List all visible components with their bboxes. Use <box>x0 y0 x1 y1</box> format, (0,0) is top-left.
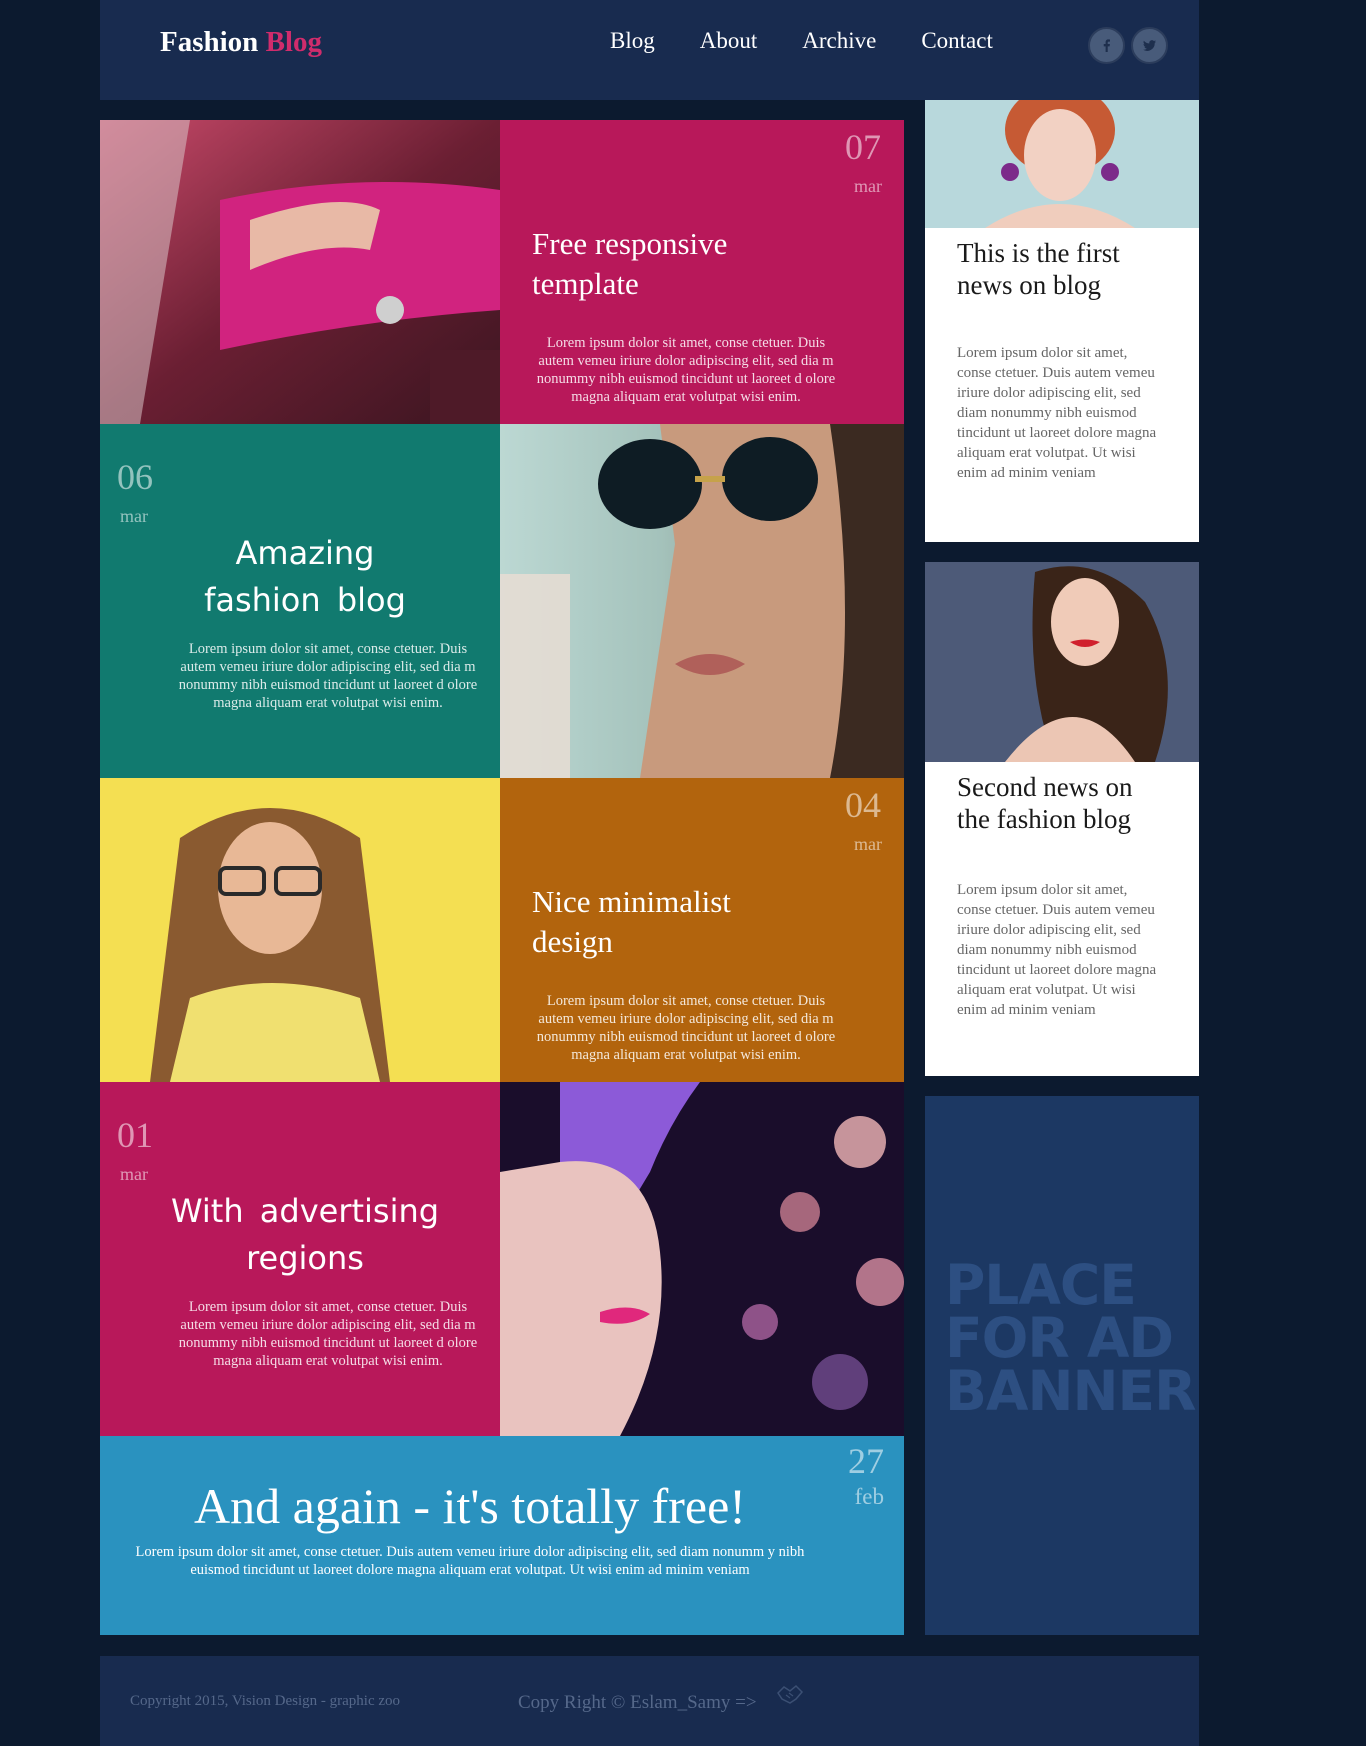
main-nav: Blog About Archive Contact <box>610 28 993 54</box>
post-4-day: 01 <box>117 1115 153 1155</box>
post-2-body: Lorem ipsum dolor sit amet, conse ctetue… <box>178 641 478 711</box>
post-5-panel: 27 feb And again - it's totally free! Lo… <box>100 1436 904 1635</box>
post-4-title[interactable]: With advertising regions <box>170 1188 440 1282</box>
post-3-panel: 04 mar Nice minimalist design Lorem ipsu… <box>500 778 904 1082</box>
post-3-title[interactable]: Nice minimalist design <box>532 882 792 962</box>
facebook-button[interactable] <box>1088 27 1125 64</box>
news-1-card: This is the first news on blog Lorem ips… <box>925 228 1199 542</box>
twitter-icon <box>1143 40 1156 51</box>
news-1-body: Lorem ipsum dolor sit amet, conse ctetue… <box>957 345 1157 481</box>
post-5-day: 27 <box>848 1441 884 1481</box>
twitter-button[interactable] <box>1131 27 1168 64</box>
post-5-body: Lorem ipsum dolor sit amet, conse ctetue… <box>135 1544 805 1578</box>
logo-accent[interactable]: Blog <box>266 26 322 58</box>
post-3-month: mar <box>854 834 882 854</box>
handshake-icon <box>777 1684 804 1704</box>
post-1-body: Lorem ipsum dolor sit amet, conse ctetue… <box>536 335 836 405</box>
post-3-day: 04 <box>845 785 881 825</box>
post-3-body: Lorem ipsum dolor sit amet, conse ctetue… <box>536 993 836 1063</box>
footer-credit: Copy Right © Eslam_Samy => <box>518 1692 757 1713</box>
footer-copyright: Copyright 2015, Vision Design - graphic … <box>130 1693 401 1709</box>
site-header: Fashion Blog Blog About Archive Contact <box>100 0 1199 100</box>
post-4-body: Lorem ipsum dolor sit amet, conse ctetue… <box>178 1299 478 1369</box>
news-1-title[interactable]: This is the first news on blog <box>957 237 1137 301</box>
post-3-image[interactable] <box>100 778 500 1082</box>
post-5-bg <box>100 1436 904 1635</box>
news-1-image[interactable] <box>925 100 1199 228</box>
ad-banner-text: PLACE FOR AD BANNER <box>945 1253 1196 1423</box>
post-5-month: feb <box>854 1484 884 1509</box>
post-1-month: mar <box>854 176 882 196</box>
nav-about[interactable]: About <box>700 28 758 54</box>
site-logo[interactable]: Fashion Blog <box>160 26 322 59</box>
post-4-image[interactable] <box>500 1082 904 1436</box>
facebook-icon <box>1103 39 1110 52</box>
news-2-title[interactable]: Second news on the fashion blog <box>957 771 1137 835</box>
post-1-title[interactable]: Free responsive template <box>532 224 792 304</box>
post-1-panel: 07 mar Free responsive template Lorem ip… <box>500 120 904 424</box>
site-footer: Copyright 2015, Vision Design - graphic … <box>100 1656 1199 1746</box>
post-1-image[interactable] <box>100 120 500 424</box>
nav-contact[interactable]: Contact <box>921 28 993 54</box>
ad-banner[interactable]: PLACE FOR AD BANNER <box>925 1096 1199 1635</box>
news-2-body: Lorem ipsum dolor sit amet, conse ctetue… <box>957 882 1157 1018</box>
post-2-panel: 06 mar Amazing fashion blog Lorem ipsum … <box>100 424 500 778</box>
post-2-month: mar <box>120 506 148 526</box>
nav-blog[interactable]: Blog <box>610 28 655 54</box>
post-2-image[interactable] <box>500 424 904 778</box>
news-2-image[interactable] <box>925 562 1199 762</box>
news-2-card: Second news on the fashion blog Lorem ip… <box>925 762 1199 1076</box>
post-2-title[interactable]: Amazing fashion blog <box>170 530 440 624</box>
logo-main[interactable]: Fashion <box>160 26 258 58</box>
post-4-month: mar <box>120 1164 148 1184</box>
post-2-day: 06 <box>117 457 153 497</box>
post-1-day: 07 <box>845 127 881 167</box>
nav-archive[interactable]: Archive <box>802 28 876 54</box>
post-4-panel: 01 mar With advertising regions Lorem ip… <box>100 1082 500 1436</box>
post-5-title[interactable]: And again - it's totally free! <box>100 1478 840 1534</box>
